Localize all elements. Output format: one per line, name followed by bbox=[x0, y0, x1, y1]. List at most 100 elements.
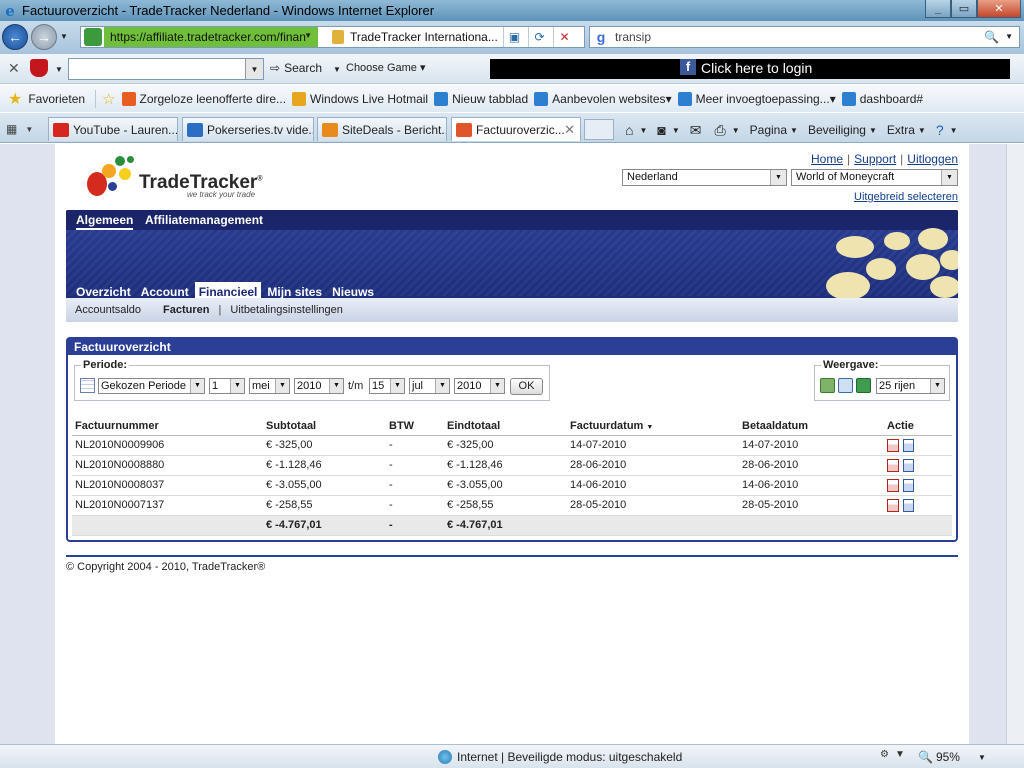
toolbar-logo-icon[interactable] bbox=[30, 59, 48, 77]
home-link[interactable]: Home bbox=[811, 152, 843, 166]
country-select[interactable]: Nederland ▼ bbox=[622, 169, 787, 186]
stop-icon[interactable]: ✕ bbox=[553, 27, 575, 47]
close-toolbar-icon[interactable]: ✕ bbox=[8, 60, 20, 77]
toolbar-search-dropdown-icon[interactable]: ▼ bbox=[245, 59, 263, 79]
url-dropdown-icon[interactable]: ▼ bbox=[304, 31, 312, 40]
browser-search-input[interactable] bbox=[615, 30, 985, 44]
document-icon[interactable] bbox=[903, 478, 914, 492]
add-favorite-icon[interactable]: ☆ bbox=[102, 90, 115, 108]
document-icon[interactable] bbox=[903, 458, 914, 472]
toolbar-search-button[interactable]: ⇨ Search bbox=[270, 61, 322, 75]
feeds-button[interactable]: ◙ ▼ bbox=[657, 122, 679, 138]
close-tab-icon[interactable]: ✕ bbox=[564, 122, 575, 138]
tab-affiliate-management[interactable]: Affiliatemanagement bbox=[145, 213, 263, 227]
search-icon[interactable]: 🔍 bbox=[984, 30, 999, 44]
print-view-icon[interactable] bbox=[838, 378, 853, 393]
tradetracker-logo[interactable]: TradeTracker® we track your trade bbox=[82, 150, 272, 200]
address-bar[interactable]: https://affiliate.tradetracker.com/finan… bbox=[80, 26, 585, 48]
favorite-link-3[interactable]: Aanbevolen websites ▾ bbox=[534, 91, 672, 106]
tab-general[interactable]: Algemeen bbox=[76, 213, 134, 230]
favorites-button[interactable]: Favorieten bbox=[28, 92, 85, 106]
mail-button[interactable]: ✉ bbox=[690, 122, 705, 139]
from-year-select[interactable]: 2010 ▼ bbox=[294, 378, 344, 394]
tab-list-dropdown-icon[interactable]: ▼ bbox=[25, 125, 33, 134]
pdf-icon[interactable] bbox=[887, 438, 899, 452]
to-day-select[interactable]: 15 ▼ bbox=[369, 378, 405, 394]
feeds-dropdown-icon[interactable]: ▼ bbox=[672, 126, 680, 135]
extra-menu[interactable]: Extra ▼ bbox=[887, 123, 926, 137]
print-dropdown-icon[interactable]: ▼ bbox=[732, 126, 740, 135]
favorite-link-1[interactable]: Windows Live Hotmail bbox=[292, 91, 428, 106]
from-month-select[interactable]: mei ▼ bbox=[249, 378, 290, 394]
page-scrollbar[interactable] bbox=[1006, 144, 1024, 744]
help-dropdown-icon[interactable]: ▼ bbox=[950, 126, 958, 135]
help-button[interactable]: ? ▼ bbox=[936, 122, 958, 138]
column-payment-date[interactable]: Betaaldatum bbox=[739, 417, 884, 436]
favorite-link-5[interactable]: dashboard# bbox=[841, 91, 923, 106]
tab-youtube[interactable]: YouTube - Lauren... bbox=[48, 117, 178, 141]
favorite-link-4[interactable]: Meer invoegtoepassing... ▾ bbox=[677, 91, 836, 106]
subnav-account-balance[interactable]: Accountsaldo bbox=[75, 304, 141, 316]
tab-sitedeals[interactable]: SiteDeals - Bericht... bbox=[317, 117, 447, 141]
ok-button[interactable]: OK bbox=[510, 378, 543, 395]
support-link[interactable]: Support bbox=[854, 152, 896, 166]
home-dropdown-icon[interactable]: ▼ bbox=[639, 126, 647, 135]
search-box[interactable]: g 🔍 ▼ bbox=[589, 26, 1020, 48]
quick-tabs-button[interactable]: ▦ ▼ bbox=[6, 119, 46, 139]
pdf-icon[interactable] bbox=[887, 498, 899, 512]
search-provider-dropdown-icon[interactable]: ▼ bbox=[1005, 32, 1013, 41]
site-select[interactable]: World of Moneycraft ▼ bbox=[791, 169, 958, 186]
choose-game-menu[interactable]: Choose Game ▾ bbox=[346, 61, 426, 74]
forward-button[interactable]: → bbox=[31, 24, 57, 50]
to-month-select[interactable]: jul ▼ bbox=[409, 378, 450, 394]
url-field[interactable]: https://affiliate.tradetracker.com/finan… bbox=[104, 27, 318, 47]
subnav-payout-settings[interactable]: Uitbetalingsinstellingen bbox=[230, 304, 343, 316]
zoom-dropdown-icon[interactable]: ▼ bbox=[978, 753, 986, 762]
protected-mode-dropdown-icon[interactable]: ▼ bbox=[895, 749, 905, 760]
new-tab-button[interactable] bbox=[584, 119, 614, 140]
security-menu[interactable]: Beveiliging ▼ bbox=[808, 123, 877, 137]
to-year-select[interactable]: 2010 ▼ bbox=[454, 378, 505, 394]
rows-per-page-select[interactable]: 25 rijen ▼ bbox=[876, 378, 945, 394]
document-icon[interactable] bbox=[903, 498, 914, 512]
refresh-icon[interactable]: ⟳ bbox=[528, 27, 550, 47]
column-total[interactable]: Eindtotaal bbox=[444, 417, 567, 436]
period-type-select[interactable]: Gekozen Periode ▼ bbox=[98, 378, 205, 394]
page-menu[interactable]: Pagina ▼ bbox=[750, 123, 798, 137]
document-icon[interactable] bbox=[903, 438, 914, 452]
column-invoice-number[interactable]: Factuurnummer bbox=[72, 417, 263, 436]
tab-factuuroverzicht[interactable]: Factuuroverzic... ✕ bbox=[451, 117, 581, 141]
minimize-button[interactable]: _ bbox=[925, 0, 951, 18]
column-invoice-date[interactable]: Factuurdatum ▼ bbox=[567, 417, 739, 436]
history-dropdown-icon[interactable]: ▼ bbox=[60, 32, 68, 41]
close-window-button[interactable]: ✕ bbox=[977, 0, 1021, 18]
zoom-control[interactable]: 🔍 95% ▼ bbox=[918, 750, 986, 764]
favorites-star-icon[interactable]: ★ bbox=[8, 89, 22, 109]
search-options-dropdown-icon[interactable]: ▼ bbox=[333, 65, 341, 74]
tab-pokerseries[interactable]: Pokerseries.tv vide... bbox=[182, 117, 314, 141]
compatibility-view-icon[interactable]: ▣ bbox=[503, 27, 525, 47]
advanced-select-link[interactable]: Uitgebreid selecteren bbox=[854, 191, 958, 203]
facebook-login-bar[interactable]: f Click here to login bbox=[490, 59, 1010, 79]
toolbar-search-input[interactable]: ▼ bbox=[68, 58, 264, 80]
print-button[interactable]: ⎙ ▼ bbox=[715, 122, 740, 139]
calendar-icon[interactable] bbox=[80, 378, 95, 393]
column-vat[interactable]: BTW bbox=[386, 417, 444, 436]
subnav-invoices[interactable]: Facturen bbox=[163, 304, 209, 316]
logout-link[interactable]: Uitloggen bbox=[907, 152, 958, 166]
excel-icon[interactable] bbox=[856, 378, 871, 393]
favorite-link-2[interactable]: Nieuw tabblad bbox=[434, 91, 528, 106]
home-button[interactable]: ⌂ ▼ bbox=[625, 122, 647, 138]
export-icon[interactable] bbox=[820, 378, 835, 393]
pdf-icon[interactable] bbox=[887, 458, 899, 472]
certificate-label[interactable]: TradeTracker Internationa... bbox=[350, 30, 500, 44]
pdf-icon[interactable] bbox=[887, 478, 899, 492]
back-button[interactable]: ← bbox=[2, 24, 28, 50]
lock-icon[interactable] bbox=[332, 30, 344, 44]
from-day-select[interactable]: 1 ▼ bbox=[209, 378, 245, 394]
favorite-link-0[interactable]: Zorgeloze leenofferte dire... bbox=[121, 91, 286, 106]
toolbar-menu-dropdown-icon[interactable]: ▼ bbox=[55, 65, 63, 74]
security-zone[interactable]: Internet | Beveiligde modus: uitgeschake… bbox=[438, 750, 682, 764]
protected-mode-icon[interactable]: ⚙ bbox=[880, 749, 889, 760]
column-subtotal[interactable]: Subtotaal bbox=[263, 417, 386, 436]
